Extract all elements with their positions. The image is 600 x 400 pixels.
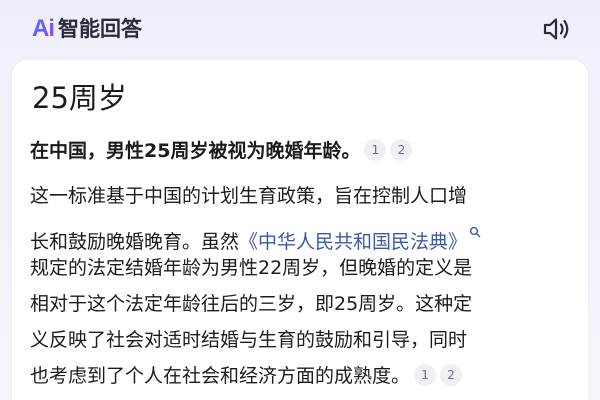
search-icon[interactable] <box>469 214 481 238</box>
answer-title: 25周岁 <box>32 81 127 115</box>
answer-card: 25周岁 在中国，男性25周岁被视为晚婚年龄。 1 2 这一标准基于中国的计划生育政… <box>12 60 588 400</box>
body-line: 规定的法定结婚年龄为男性22周岁，但晚婚的定义是 <box>30 257 473 279</box>
reference-badge-1[interactable]: 1 <box>414 364 437 386</box>
body-line: 也考虑到了个人在社会和经济方面的成熟度。 1 2 <box>30 358 578 394</box>
speaker-icon[interactable] <box>540 14 572 44</box>
header: Ai 智能回答 <box>0 0 600 58</box>
reference-badge-2[interactable]: 2 <box>440 364 463 386</box>
reference-badge-2[interactable]: 2 <box>390 139 413 161</box>
summary-text: 在中国，男性25周岁被视为晚婚年龄。 <box>30 140 361 162</box>
body-line: 义反映了社会对适时结婚与生育的鼓励和引导，同时 <box>30 329 468 351</box>
body-line-text: 也考虑到了个人在社会和经济方面的成熟度。 <box>30 365 411 387</box>
ai-logo: Ai <box>32 15 55 42</box>
brand: Ai 智能回答 <box>32 15 142 43</box>
body-line: 相对于这个法定年龄往后的三岁，即25周岁。这种定 <box>30 293 473 315</box>
header-title: 智能回答 <box>58 17 142 41</box>
answer-body: 这一标准基于中国的计划生育政策，旨在控制人口增 长和鼓励晚婚晚育。虽然《中华人民… <box>30 178 578 394</box>
answer-summary: 在中国，男性25周岁被视为晚婚年龄。 1 2 <box>30 136 413 166</box>
body-line: 这一标准基于中国的计划生育政策，旨在控制人口增 <box>30 185 468 207</box>
body-line: 长和鼓励晚婚晚育。虽然《中华人民共和国民法典》 <box>30 214 578 253</box>
reference-badge-1[interactable]: 1 <box>364 139 387 161</box>
